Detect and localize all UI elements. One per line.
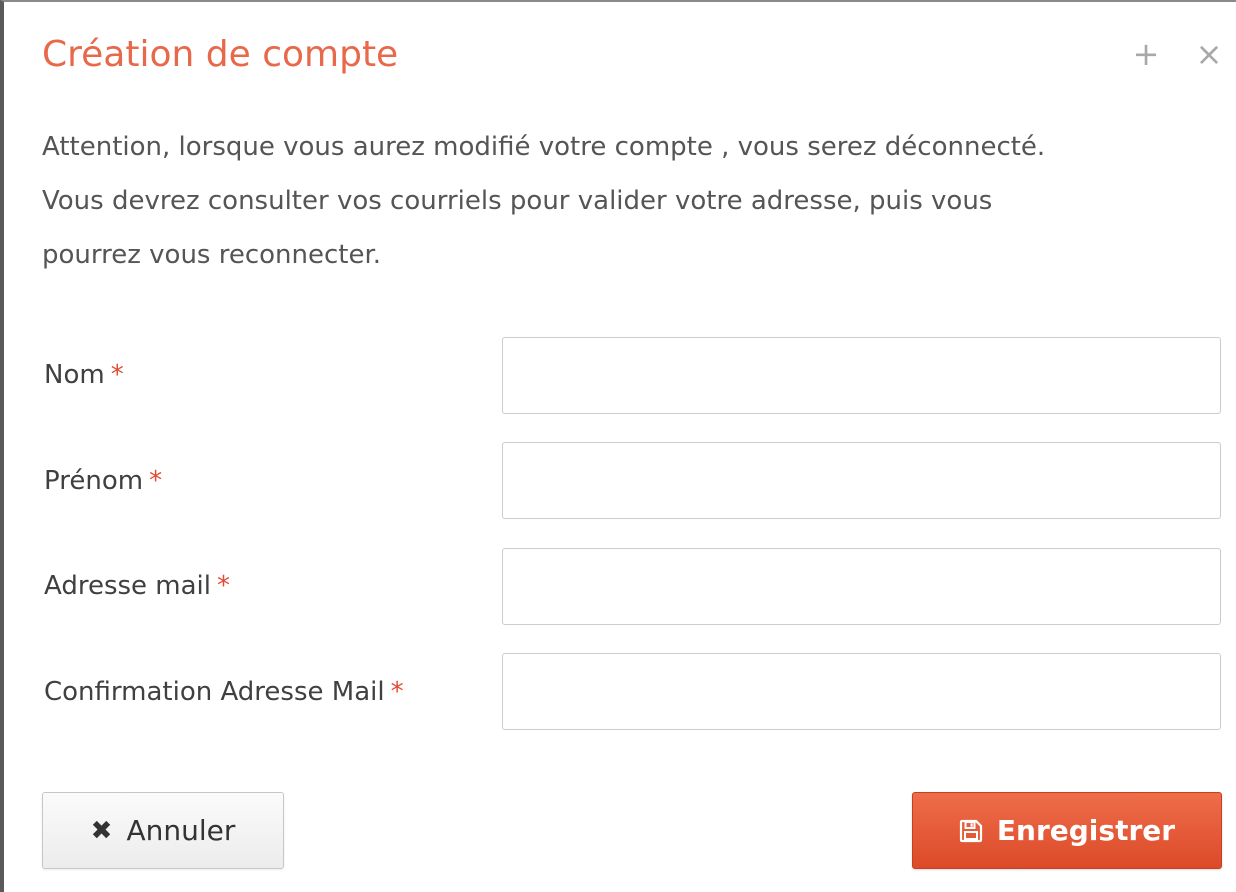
nom-input[interactable]: [502, 337, 1221, 414]
field-label-text: Adresse mail: [44, 571, 212, 601]
field-label-text: Prénom: [44, 466, 144, 496]
cancel-button[interactable]: ✖ Annuler: [42, 792, 284, 869]
email-label: Adresse mail *: [44, 568, 230, 604]
prenom-input[interactable]: [502, 442, 1221, 519]
field-label-text: Nom: [44, 360, 105, 390]
email-input[interactable]: [502, 548, 1221, 625]
save-button[interactable]: Enregistrer: [912, 792, 1222, 869]
required-asterisk: *: [217, 571, 231, 601]
warning-message: Attention, lorsque vous aurez modifié vo…: [42, 120, 1212, 282]
message-line: pourrez vous reconnecter.: [42, 240, 382, 270]
times-icon: ✖: [90, 815, 113, 846]
dialog: Création de compte + × Attention, lorsqu…: [0, 0, 1236, 892]
dialog-title: Création de compte: [42, 34, 399, 75]
nom-label: Nom *: [44, 357, 124, 393]
required-asterisk: *: [110, 360, 124, 390]
required-asterisk: *: [390, 677, 404, 707]
close-icon[interactable]: ×: [1194, 36, 1224, 72]
email-confirm-input[interactable]: [502, 653, 1221, 730]
save-button-label: Enregistrer: [996, 814, 1176, 847]
required-asterisk: *: [149, 466, 163, 496]
message-line: Attention, lorsque vous aurez modifié vo…: [42, 132, 1046, 162]
prenom-label: Prénom *: [44, 463, 162, 499]
cancel-button-label: Annuler: [126, 814, 236, 847]
floppy-disk-icon: [959, 819, 983, 843]
field-label-text: Confirmation Adresse Mail: [44, 677, 385, 707]
plus-icon[interactable]: +: [1131, 36, 1161, 72]
message-line: Vous devrez consulter vos courriels pour…: [42, 186, 993, 216]
email-confirm-label: Confirmation Adresse Mail *: [44, 674, 404, 710]
